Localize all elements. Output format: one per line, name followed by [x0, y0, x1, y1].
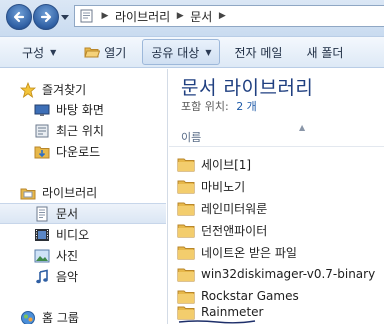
file-name: win32diskimager-v0.7-binary [201, 267, 376, 281]
column-header-row: ▲ 이름 [169, 123, 384, 147]
nav-pictures[interactable]: 사진 [0, 245, 166, 266]
nav-label: 바탕 화면 [56, 103, 104, 117]
chevron-down-icon: ▼ [50, 47, 57, 57]
file-name: 마비노기 [201, 179, 246, 194]
libraries-icon [20, 185, 36, 201]
file-row[interactable]: 마비노기 [177, 175, 384, 197]
file-name: 던전앤파이터 [201, 223, 268, 238]
file-row[interactable]: 네이트온 받은 파일 [177, 241, 384, 263]
share-with-button[interactable]: 공유 대상 ▼ [142, 39, 221, 65]
recent-pages-dropdown-icon[interactable] [61, 13, 69, 21]
folder-path-icon [80, 9, 93, 23]
back-button[interactable] [6, 4, 32, 30]
sort-ascending-icon: ▲ [299, 123, 306, 132]
column-header-name[interactable]: 이름 [181, 129, 201, 145]
library-includes: 포함 위치: 2 개 [181, 98, 257, 114]
breadcrumb-documents[interactable]: 문서 [186, 8, 216, 25]
breadcrumb-separator-icon[interactable]: ▶ [216, 11, 228, 21]
downloads-folder-icon [34, 144, 50, 160]
nav-label: 음악 [56, 270, 79, 284]
nav-libraries[interactable]: 라이브러리 [0, 182, 166, 203]
location-count-link[interactable]: 2 개 [236, 100, 257, 113]
address-bar-area: ▶ 라이브러리 ▶ 문서 ▶ [0, 0, 384, 36]
folder-icon [177, 223, 195, 238]
nav-label: 최근 위치 [56, 124, 104, 138]
nav-downloads[interactable]: 다운로드 [0, 141, 166, 162]
recent-places-icon [34, 123, 50, 139]
library-title: 문서 라이브러리 [181, 77, 314, 99]
folder-icon [177, 157, 195, 172]
music-note-icon [34, 269, 50, 285]
file-row[interactable]: win32diskimager-v0.7-binary [177, 263, 384, 285]
folder-open-icon [84, 47, 101, 58]
nav-recent-places[interactable]: 최근 위치 [0, 120, 166, 141]
documents-icon [34, 206, 50, 222]
nav-desktop[interactable]: 바탕 화면 [0, 99, 166, 120]
chevron-down-icon: ▼ [205, 47, 212, 57]
address-box[interactable]: ▶ 라이브러리 ▶ 문서 ▶ [74, 5, 384, 27]
share-with-label: 공유 대상 [151, 45, 200, 60]
file-name: 레인미터워룬 [201, 201, 268, 216]
folder-icon [177, 201, 195, 216]
handwritten-underline [178, 320, 256, 324]
nav-music[interactable]: 음악 [0, 266, 166, 287]
open-label: 열기 [104, 45, 127, 60]
breadcrumb-separator-icon[interactable]: ▶ [174, 11, 186, 21]
file-name: 네이트온 받은 파일 [201, 245, 297, 260]
file-row[interactable]: 레인미터워룬 [177, 197, 384, 219]
nav-label: 사진 [56, 249, 79, 263]
forward-button[interactable] [33, 4, 59, 30]
folder-icon [177, 179, 195, 194]
folder-icon [177, 245, 195, 260]
organize-label: 구성 [22, 45, 45, 60]
nav-label: 홈 그룹 [42, 311, 79, 324]
nav-documents[interactable]: 문서 [0, 203, 166, 224]
folder-icon [177, 267, 195, 282]
nav-favorites[interactable]: 즐겨찾기 [0, 79, 166, 100]
nav-label: 다운로드 [56, 145, 101, 159]
nav-label: 라이브러리 [42, 186, 98, 200]
nav-label: 문서 [56, 207, 79, 221]
star-icon [20, 81, 36, 98]
file-name: Rainmeter [201, 305, 264, 319]
arrow-left-icon [13, 11, 25, 23]
email-label: 전자 메일 [234, 45, 283, 60]
new-folder-label: 새 폴더 [306, 45, 344, 60]
content-pane: 문서 라이브러리 포함 위치: 2 개 ▲ 이름 세이브[1] 마비노기 레인미… [169, 69, 384, 324]
nav-videos[interactable]: 비디오 [0, 224, 166, 245]
breadcrumb-separator-icon[interactable]: ▶ [99, 11, 111, 21]
file-name: 세이브[1] [201, 157, 252, 172]
nav-label: 즐겨찾기 [42, 83, 87, 97]
email-button[interactable]: 전자 메일 [226, 39, 290, 65]
picture-icon [34, 248, 50, 264]
nav-label: 비디오 [56, 228, 90, 242]
open-button[interactable]: 열기 [76, 39, 134, 65]
command-toolbar: 구성 ▼ 열기 공유 대상 ▼ 전자 메일 새 폴더 [0, 36, 384, 68]
navigation-pane: 즐겨찾기 바탕 화면 최근 위치 다운로드 라이브러리 문서 비디오 사진 음악… [0, 69, 168, 324]
homegroup-icon [20, 310, 36, 324]
arrow-right-icon [40, 11, 52, 23]
file-row[interactable]: 세이브[1] [177, 153, 384, 175]
film-icon [34, 227, 50, 243]
new-folder-button[interactable]: 새 폴더 [298, 39, 351, 65]
includes-label: 포함 위치: [181, 100, 229, 113]
folder-icon [177, 305, 195, 320]
nav-homegroup[interactable]: 홈 그룹 [0, 307, 166, 324]
file-row[interactable]: 던전앤파이터 [177, 219, 384, 241]
desktop-icon [34, 102, 50, 118]
organize-button[interactable]: 구성 ▼ [14, 39, 64, 65]
breadcrumb-libraries[interactable]: 라이브러리 [111, 8, 174, 25]
